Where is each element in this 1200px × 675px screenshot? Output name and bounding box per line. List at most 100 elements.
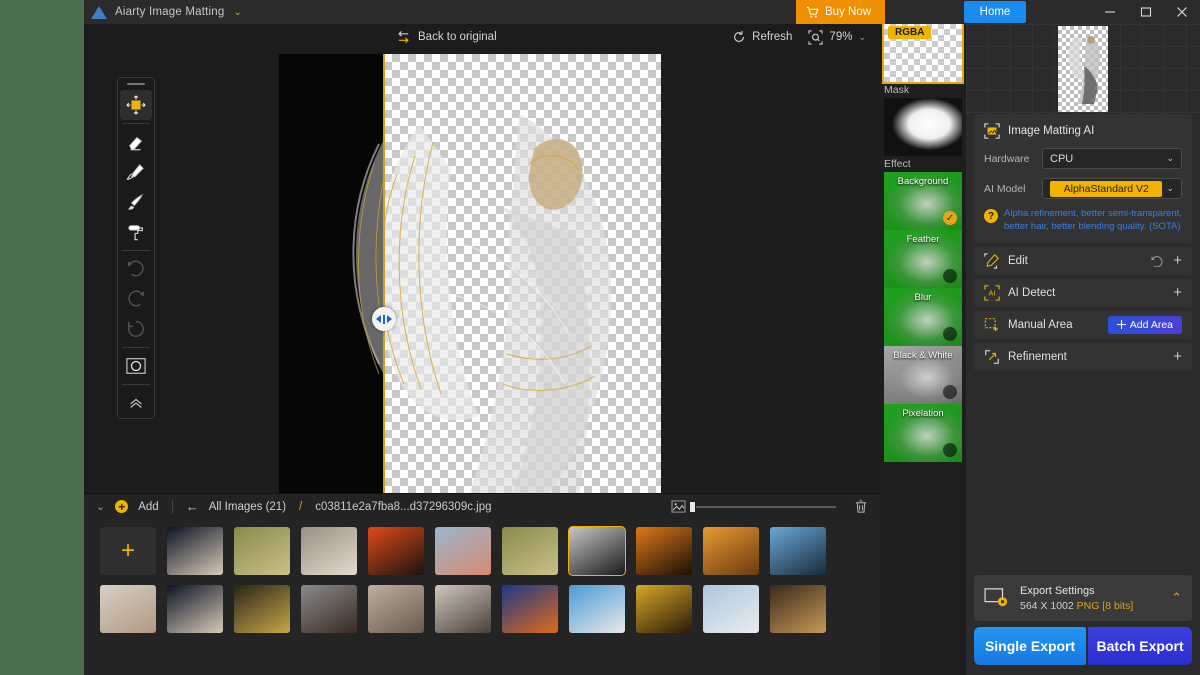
reset-tool[interactable] [120, 314, 152, 344]
eraser-tool[interactable] [120, 127, 152, 157]
redo-tool[interactable] [120, 284, 152, 314]
toggle-dot-icon[interactable] [943, 327, 957, 341]
paint-roller-tool[interactable] [120, 217, 152, 247]
ai-model-select[interactable]: AlphaStandard V2 ⌄ [1042, 178, 1182, 199]
thumbnail-image [502, 585, 558, 633]
thumbnail-image [167, 527, 223, 575]
export-buttons: Single Export Batch Export [974, 627, 1192, 665]
add-area-button[interactable]: Add Area [1107, 315, 1182, 334]
thumb-bride[interactable] [703, 585, 759, 633]
effect-blur-thumbnail[interactable]: Blur [884, 288, 962, 346]
result-preview [966, 24, 1200, 114]
thumb-man-beard[interactable] [301, 585, 357, 633]
thumbnail-strip[interactable]: + [84, 519, 880, 675]
move-tool[interactable] [120, 90, 152, 120]
refresh-button[interactable]: Refresh [732, 30, 792, 44]
thumb-man-suit[interactable] [770, 585, 826, 633]
canvas-area[interactable] [84, 50, 880, 493]
effect-feather-thumbnail[interactable]: Feather [884, 230, 962, 288]
thumb-woman-floral[interactable] [301, 527, 357, 575]
thumb-jellyfish-2[interactable] [167, 585, 223, 633]
image-size-icon [671, 500, 686, 513]
refinement-row[interactable]: Refinement + [974, 342, 1192, 371]
slider-knob[interactable] [690, 501, 695, 512]
thumb-woman-blue[interactable] [770, 527, 826, 575]
thumb-skater-sky[interactable] [569, 585, 625, 633]
pencil-tool[interactable] [120, 157, 152, 187]
effect-rgba-thumbnail[interactable]: RGBA [882, 24, 964, 84]
edit-label: Edit [1008, 254, 1028, 267]
add-images-icon[interactable]: + [115, 500, 129, 513]
effect-black-white-thumbnail[interactable]: Black & White [884, 346, 962, 404]
hardware-select[interactable]: CPU ⌄ [1042, 148, 1182, 169]
ai-detect-row[interactable]: AI AI Detect + [974, 278, 1192, 307]
collapse-palette-button[interactable] [120, 388, 152, 418]
zoom-control[interactable]: 79% ⌄ [808, 29, 866, 45]
home-button[interactable]: Home [964, 1, 1026, 23]
thumb-angel-wings[interactable] [568, 526, 626, 576]
thumb-cat-sunset[interactable] [703, 527, 759, 575]
collapse-filmstrip-icon[interactable]: ⌄ [96, 500, 105, 513]
effect-caption: Pixelation [902, 408, 944, 419]
undo-icon[interactable] [1151, 255, 1165, 267]
manual-area-row[interactable]: Manual Area Add Area [974, 310, 1192, 339]
thumbnail-image [502, 527, 558, 575]
export-settings-card[interactable]: Export Settings 564 X 1002 PNG [8 bits] … [974, 575, 1192, 621]
palette-drag-handle[interactable] [127, 83, 145, 85]
effect-pixelation-thumbnail[interactable]: Pixelation [884, 404, 962, 462]
thumbnail-image [368, 527, 424, 575]
trash-icon[interactable] [854, 499, 868, 514]
brush-tool[interactable] [120, 187, 152, 217]
maximize-button[interactable] [1128, 0, 1164, 24]
batch-export-button[interactable]: Batch Export [1088, 627, 1192, 665]
help-icon[interactable]: ? [984, 209, 998, 223]
maximize-icon [1140, 7, 1152, 17]
circle-select-tool[interactable] [120, 351, 152, 381]
add-image-tile[interactable]: + [100, 527, 156, 575]
thumb-silhouette[interactable] [368, 527, 424, 575]
all-images-label[interactable]: All Images (21) [209, 501, 286, 513]
before-after-slider-handle[interactable] [372, 307, 396, 331]
check-icon[interactable]: ✓ [943, 211, 957, 225]
thumbnail-image [100, 585, 156, 633]
thumb-necklace[interactable] [234, 585, 290, 633]
thumbnail-size-slider[interactable] [690, 501, 836, 512]
thumb-crowd-fire[interactable] [636, 527, 692, 575]
back-to-original-button[interactable]: Back to original [396, 30, 497, 44]
chevron-down-icon[interactable]: ⌄ [233, 7, 241, 18]
thumb-bicycle-2[interactable] [502, 527, 558, 575]
effect-caption: Black & White [893, 350, 953, 361]
buy-now-button[interactable]: Buy Now [796, 0, 886, 24]
thumb-portrait-pale[interactable] [100, 585, 156, 633]
close-button[interactable] [1164, 0, 1200, 24]
arrow-left-icon[interactable]: ← [186, 499, 199, 514]
single-export-button[interactable]: Single Export [974, 627, 1087, 665]
thumb-dancer-neon[interactable] [502, 585, 558, 633]
toggle-dot-icon[interactable] [943, 269, 957, 283]
add-edit-icon[interactable]: + [1173, 253, 1182, 268]
thumb-bicycle-1[interactable] [234, 527, 290, 575]
add-refinement-icon[interactable]: + [1173, 349, 1182, 364]
add-images-label[interactable]: Add [138, 501, 158, 513]
thumb-jellyfish-1[interactable] [167, 527, 223, 575]
effects-sidebar[interactable]: RGBA Mask Effect Background ✓ Feather Blur Blac… [880, 24, 966, 675]
thumb-golden-art[interactable] [636, 585, 692, 633]
title-bar: Aiarty Image Matting ⌄ Buy Now Home [84, 0, 1200, 24]
add-ai-detect-icon[interactable]: + [1173, 285, 1182, 300]
edit-row[interactable]: Edit + [974, 246, 1192, 275]
undo-tool[interactable] [120, 254, 152, 284]
thumbnail-image [770, 585, 826, 633]
thumb-child-craft[interactable] [368, 585, 424, 633]
effect-background-thumbnail[interactable]: Background ✓ [884, 172, 962, 230]
chevron-up-double-icon[interactable]: ⌃ [1171, 590, 1182, 606]
thumb-woman-wind[interactable] [435, 527, 491, 575]
thumbnail-image [234, 527, 290, 575]
effect-mask-thumbnail[interactable] [884, 98, 962, 156]
minimize-button[interactable] [1092, 0, 1128, 24]
thumb-room-scene[interactable] [435, 585, 491, 633]
toggle-dot-icon[interactable] [943, 385, 957, 399]
toggle-dot-icon[interactable] [943, 443, 957, 457]
chevron-down-icon[interactable]: ⌄ [858, 32, 866, 43]
thumbnail-image [770, 527, 826, 575]
thumbnail-image [435, 585, 491, 633]
